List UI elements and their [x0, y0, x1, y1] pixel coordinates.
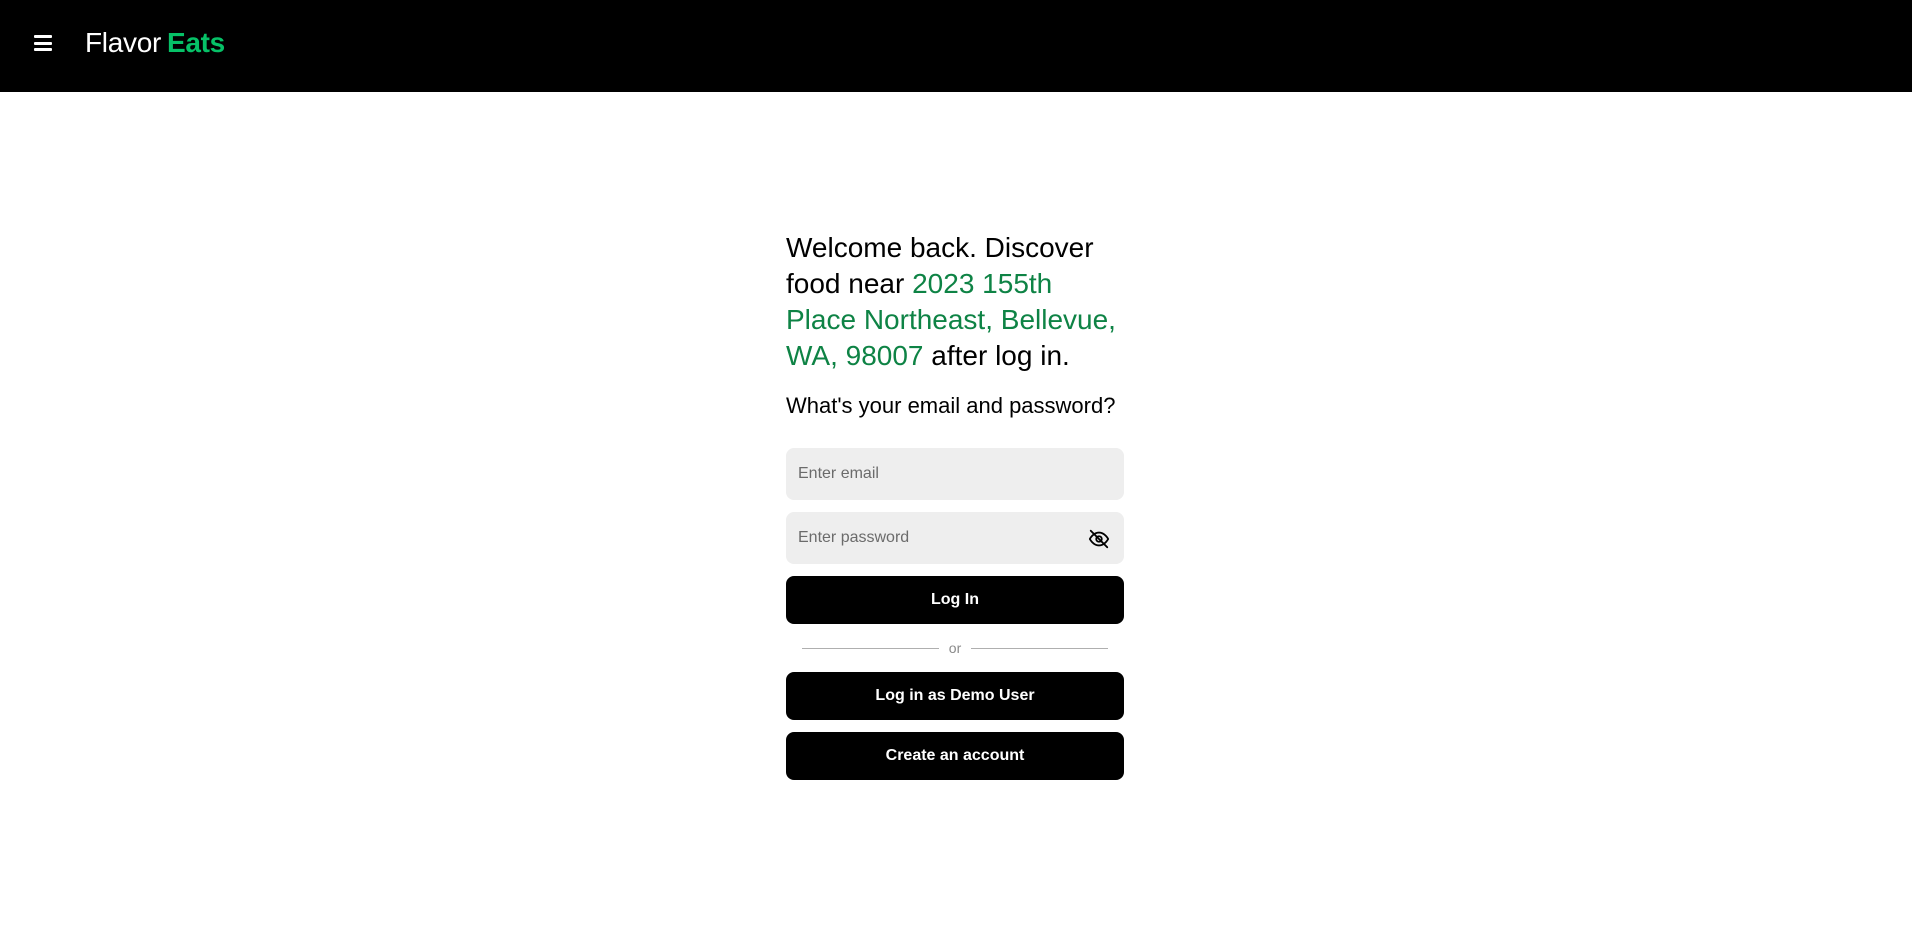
divider-line-right — [971, 647, 1109, 649]
welcome-heading: Welcome back. Discover food near 2023 15… — [786, 230, 1124, 374]
menu-bar-line — [34, 48, 52, 51]
welcome-suffix: after log in. — [931, 340, 1070, 371]
top-nav-bar: Flavor Eats — [0, 0, 1912, 92]
demo-login-button[interactable]: Log in as Demo User — [786, 672, 1124, 720]
email-field-container — [786, 448, 1124, 500]
eye-slash-icon[interactable] — [1088, 528, 1110, 550]
password-input[interactable] — [786, 512, 1124, 564]
menu-bar-line — [34, 41, 52, 45]
email-input[interactable] — [786, 448, 1124, 500]
login-panel: Welcome back. Discover food near 2023 15… — [786, 230, 1124, 780]
brand-logo[interactable]: Flavor Eats — [85, 25, 225, 61]
password-field-container — [786, 512, 1124, 564]
hamburger-menu-icon[interactable] — [32, 32, 54, 54]
login-button[interactable]: Log In — [786, 576, 1124, 624]
create-account-button[interactable]: Create an account — [786, 732, 1124, 780]
divider-label: or — [948, 640, 962, 656]
brand-name-first: Flavor — [85, 27, 161, 58]
brand-name-second: Eats — [167, 27, 225, 58]
divider-line-left — [802, 647, 939, 649]
or-divider: or — [802, 638, 1109, 658]
menu-bar-line — [34, 35, 52, 38]
credentials-prompt: What's your email and password? — [786, 393, 1116, 418]
